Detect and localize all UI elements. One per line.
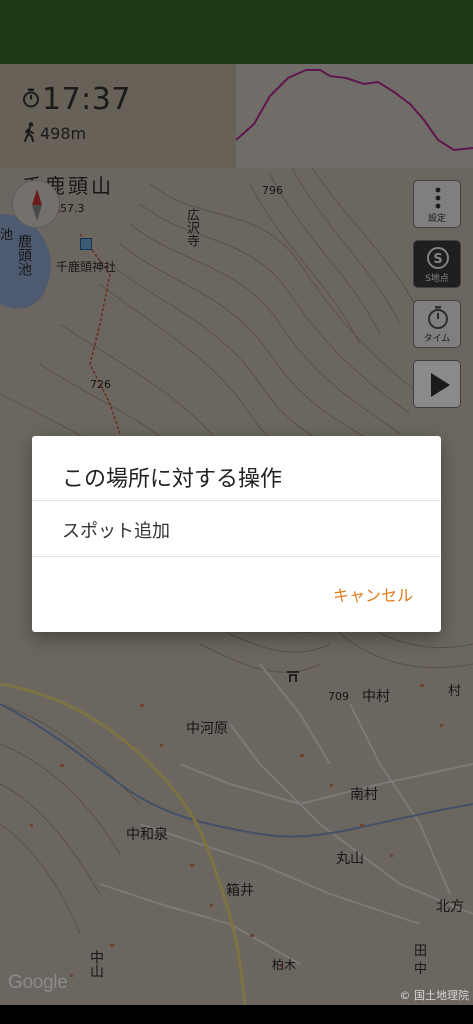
dialog-divider [32, 556, 441, 557]
dialog-title: この場所に対する操作 [62, 467, 283, 492]
navigation-bar [0, 1005, 473, 1024]
status-bar [0, 0, 473, 64]
add-spot-option-label: スポット追加 [62, 521, 170, 542]
cancel-button[interactable]: キャンセル [333, 582, 413, 606]
location-action-dialog: この場所に対する操作 スポット追加 キャンセル [32, 436, 441, 632]
map-copyright: © 国土地理院 [399, 989, 470, 1002]
add-spot-option[interactable]: スポット追加 [32, 501, 441, 556]
